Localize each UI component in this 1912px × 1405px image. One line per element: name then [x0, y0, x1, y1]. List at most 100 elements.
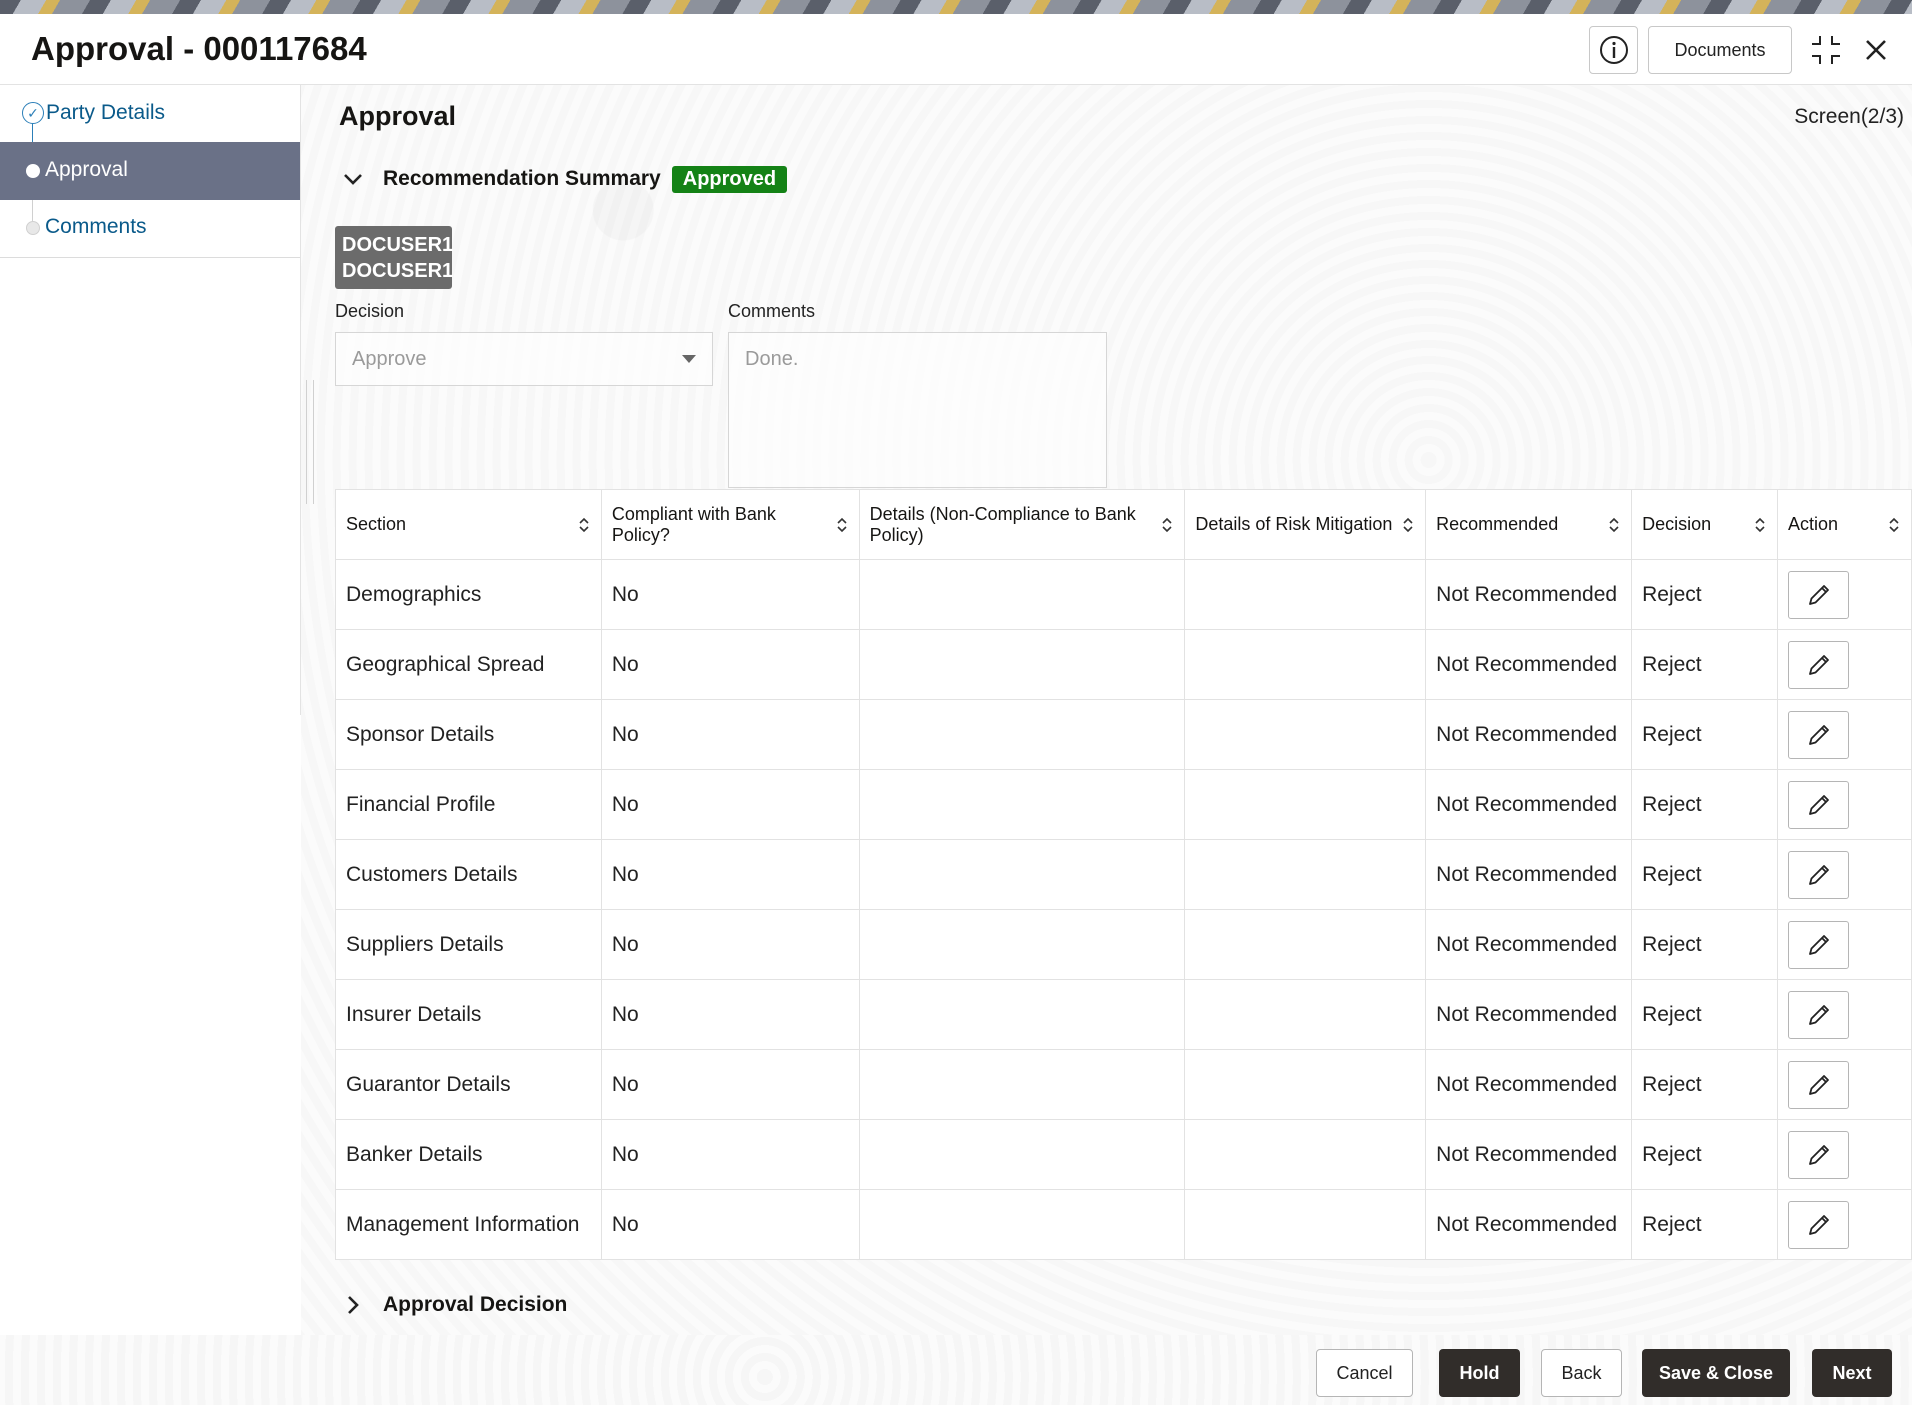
scrollbar[interactable]	[306, 380, 314, 504]
edit-button[interactable]	[1788, 780, 1850, 829]
comments-textarea[interactable]: Done.	[728, 332, 1107, 488]
column-header-recommended[interactable]: Recommended	[1425, 489, 1633, 560]
cell-section: Suppliers Details	[335, 909, 602, 980]
cell-action	[1777, 1049, 1912, 1120]
cell-decision: Reject	[1631, 979, 1779, 1050]
status-badge: Approved	[671, 165, 788, 193]
close-icon[interactable]	[1858, 32, 1894, 68]
hold-button[interactable]: Hold	[1439, 1349, 1520, 1397]
cell-recommended: Not Recommended	[1425, 979, 1633, 1050]
edit-pencil-icon	[1808, 724, 1829, 745]
cell-recommended: Not Recommended	[1425, 1049, 1633, 1120]
cell-recommended: Not Recommended	[1425, 699, 1633, 770]
sidebar-item-approval[interactable]: Approval	[0, 142, 300, 200]
cell-action	[1777, 699, 1912, 770]
edit-button[interactable]	[1788, 1130, 1850, 1179]
sidebar-item-label: Approval	[45, 158, 128, 181]
column-header-compliant[interactable]: Compliant with Bank Policy?	[600, 489, 860, 560]
cancel-button[interactable]: Cancel	[1316, 1349, 1413, 1397]
cell-recommended: Not Recommended	[1425, 839, 1633, 910]
cell-risk	[1184, 769, 1427, 840]
cell-risk	[1184, 1119, 1427, 1190]
minimize-icon[interactable]	[1808, 32, 1844, 68]
recommendation-summary-header[interactable]: Recommendation Summary Approved	[339, 165, 788, 193]
approval-decision-header[interactable]: Approval Decision	[339, 1291, 567, 1319]
column-header-details[interactable]: Details (Non-Compliance to Bank Policy)	[858, 489, 1186, 560]
save-close-button[interactable]: Save & Close	[1642, 1349, 1790, 1397]
column-header-decision[interactable]: Decision	[1631, 489, 1779, 560]
user-name: DOCUSER1	[342, 234, 454, 256]
sort-icon	[1609, 517, 1619, 532]
cell-action	[1777, 909, 1912, 980]
edit-button[interactable]	[1788, 990, 1850, 1039]
table-row: Demographics No Not Recommended Reject	[335, 559, 1912, 630]
documents-button[interactable]: Documents	[1648, 26, 1792, 74]
edit-pencil-icon	[1808, 794, 1829, 815]
edit-pencil-icon	[1808, 1004, 1829, 1025]
table-row: Geographical Spread No Not Recommended Reje…	[335, 629, 1912, 700]
edit-pencil-icon	[1808, 1074, 1829, 1095]
cell-decision: Reject	[1631, 1049, 1779, 1120]
cell-compliant: No	[600, 629, 860, 700]
user-chip: DOCUSER1 DOCUSER1	[335, 226, 454, 289]
cell-decision: Reject	[1631, 909, 1779, 980]
window-header: Approval - 000117684 Documents	[0, 14, 1912, 85]
cell-compliant: No	[600, 1049, 860, 1120]
edit-button[interactable]	[1788, 920, 1850, 969]
column-header-risk-mitigation[interactable]: Details of Risk Mitigation	[1184, 489, 1427, 560]
cell-action	[1777, 769, 1912, 840]
cell-details	[858, 699, 1186, 770]
edit-button[interactable]	[1788, 850, 1850, 899]
cell-details	[858, 1049, 1186, 1120]
sort-icon	[1889, 517, 1899, 532]
cell-recommended: Not Recommended	[1425, 629, 1633, 700]
cell-decision: Reject	[1631, 629, 1779, 700]
cell-details	[858, 559, 1186, 630]
cell-risk	[1184, 559, 1427, 630]
decision-value: Approve	[352, 348, 427, 370]
cell-recommended: Not Recommended	[1425, 1119, 1633, 1190]
edit-button[interactable]	[1788, 1060, 1850, 1109]
decision-select[interactable]: Approve	[335, 332, 713, 386]
column-header-label: Recommended	[1436, 514, 1559, 534]
edit-pencil-icon	[1808, 1144, 1829, 1165]
column-header-section[interactable]: Section	[335, 489, 602, 560]
cell-section: Sponsor Details	[335, 699, 602, 770]
info-button[interactable]	[1589, 26, 1638, 74]
cell-section: Guarantor Details	[335, 1049, 602, 1120]
cell-section: Demographics	[335, 559, 602, 630]
cell-decision: Reject	[1631, 699, 1779, 770]
column-header-label: Decision	[1642, 514, 1712, 534]
cell-action	[1777, 629, 1912, 700]
cell-recommended: Not Recommended	[1425, 559, 1633, 630]
cell-action	[1777, 1119, 1912, 1190]
cell-details	[858, 979, 1186, 1050]
cell-action	[1777, 559, 1912, 630]
decorative-banner	[0, 0, 1912, 14]
column-header-action[interactable]: Action	[1777, 489, 1912, 560]
edit-button[interactable]	[1788, 570, 1850, 619]
table-row: Guarantor Details No Not Recommended Reject	[335, 1049, 1912, 1120]
cell-compliant: No	[600, 839, 860, 910]
back-button[interactable]: Back	[1541, 1349, 1622, 1397]
cell-risk	[1184, 839, 1427, 910]
cell-decision: Reject	[1631, 839, 1779, 910]
edit-button[interactable]	[1788, 1200, 1850, 1249]
cell-section: Financial Profile	[335, 769, 602, 840]
edit-button[interactable]	[1788, 710, 1850, 759]
cell-recommended: Not Recommended	[1425, 1189, 1633, 1260]
section-title: Approval	[339, 101, 457, 131]
sidebar-item-party-details[interactable]: ✓ Party Details	[0, 85, 300, 143]
user-name: DOCUSER1	[342, 260, 454, 282]
sort-icon	[1162, 517, 1172, 532]
sidebar-item-comments[interactable]: Comments	[0, 199, 300, 257]
next-button[interactable]: Next	[1812, 1349, 1892, 1397]
edit-pencil-icon	[1808, 864, 1829, 885]
cell-details	[858, 839, 1186, 910]
table-row: Sponsor Details No Not Recommended Reject	[335, 699, 1912, 770]
cell-section: Geographical Spread	[335, 629, 602, 700]
edit-button[interactable]	[1788, 640, 1850, 689]
chevron-right-icon	[348, 1296, 359, 1314]
column-header-label: Details (Non-Compliance to Bank Policy)	[869, 503, 1136, 545]
pending-step-dot	[26, 221, 40, 235]
